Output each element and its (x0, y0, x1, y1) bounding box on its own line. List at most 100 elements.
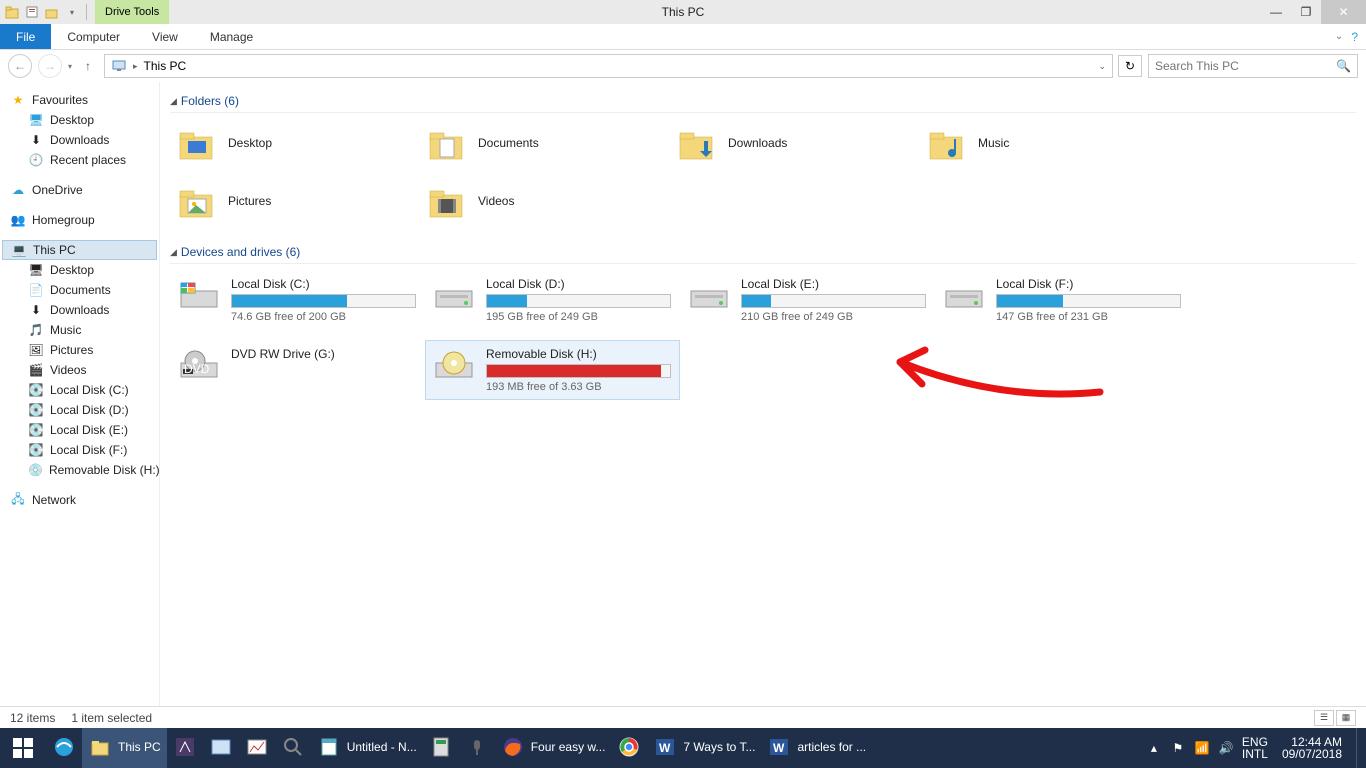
sidebar-onedrive[interactable]: ☁OneDrive (2, 180, 157, 200)
refresh-button[interactable]: ↻ (1118, 55, 1142, 77)
sidebar-homegroup[interactable]: 👥Homegroup (2, 210, 157, 230)
sidebar-item[interactable]: ⬇Downloads (2, 300, 157, 320)
taskbar-item[interactable]: Untitled - N... (311, 728, 423, 768)
sidebar-item-downloads[interactable]: ⬇Downloads (2, 130, 157, 150)
sidebar-label: Network (32, 493, 76, 507)
history-dropdown-icon[interactable]: ▾ (68, 62, 72, 71)
language-indicator[interactable]: ENG INTL (1242, 736, 1268, 760)
taskbar-item[interactable] (239, 728, 275, 768)
taskbar-item[interactable] (459, 728, 495, 768)
dropdown-icon[interactable]: ▾ (64, 4, 80, 20)
drive-item[interactable]: Removable Disk (H:)193 MB free of 3.63 G… (425, 340, 680, 400)
sidebar-item[interactable]: 🖼Pictures (2, 340, 157, 360)
folder-item[interactable]: Downloads (670, 119, 920, 167)
tab-computer[interactable]: Computer (51, 24, 136, 49)
sidebar-thispc[interactable]: 💻This PC (2, 240, 157, 260)
drive-item[interactable]: Local Disk (D:)195 GB free of 249 GB (425, 270, 680, 330)
back-button[interactable]: ← (8, 54, 32, 78)
drive-item[interactable]: Local Disk (E:)210 GB free of 249 GB (680, 270, 935, 330)
taskbar-item[interactable] (203, 728, 239, 768)
address-segment[interactable]: This PC (144, 59, 187, 73)
body: ★ Favourites 🖥Desktop ⬇Downloads 🕘Recent… (0, 82, 1366, 706)
homegroup-icon: 👥 (10, 212, 26, 228)
tab-file[interactable]: File (0, 24, 51, 49)
ribbon-expand-icon[interactable]: ⌄ (1335, 31, 1343, 42)
clock[interactable]: 12:44 AM 09/07/2018 (1276, 736, 1348, 760)
network-tray-icon[interactable]: 📶 (1194, 740, 1210, 756)
drive-item[interactable]: DVDDVD RW Drive (G:) (170, 340, 425, 400)
up-button[interactable]: ↑ (78, 56, 98, 76)
app-icon: W (767, 735, 791, 759)
taskbar-item[interactable] (275, 728, 311, 768)
address-bar[interactable]: ▸ This PC ⌄ (104, 54, 1113, 78)
address-dropdown-icon[interactable]: ⌄ (1098, 61, 1106, 72)
app-icon (88, 735, 112, 759)
sidebar-label: Documents (50, 283, 111, 297)
drive-icon (687, 277, 731, 313)
sidebar-label: Music (50, 323, 81, 337)
folder-label: Downloads (728, 136, 787, 150)
sidebar-item[interactable]: 🖥Desktop (2, 260, 157, 280)
taskbar-item[interactable] (423, 728, 459, 768)
svg-text:W: W (773, 741, 785, 755)
volume-icon[interactable]: 🔊 (1218, 740, 1234, 756)
drive-icon: 📄 (28, 282, 44, 298)
sidebar-item-desktop[interactable]: 🖥Desktop (2, 110, 157, 130)
folder-item[interactable]: Videos (420, 177, 670, 225)
tray-up-icon[interactable]: ▴ (1146, 740, 1162, 756)
help-icon[interactable]: ? (1351, 30, 1358, 44)
drive-item[interactable]: Local Disk (C:)74.6 GB free of 200 GB (170, 270, 425, 330)
drives-section-header[interactable]: ◢ Devices and drives (6) (170, 241, 1356, 264)
sidebar-label: Local Disk (E:) (50, 423, 128, 437)
flag-icon[interactable]: ⚑ (1170, 740, 1186, 756)
svg-text:W: W (659, 741, 671, 755)
folders-grid: DesktopDocuments Downloads Music Pictures Vi… (170, 119, 1356, 225)
sidebar-item[interactable]: 🎬Videos (2, 360, 157, 380)
chevron-right-icon[interactable]: ▸ (133, 61, 138, 72)
forward-button[interactable]: → (38, 54, 62, 78)
drive-item[interactable]: Local Disk (F:)147 GB free of 231 GB (935, 270, 1190, 330)
search-input[interactable] (1155, 59, 1325, 73)
folder-label: Videos (478, 194, 514, 208)
properties-icon[interactable] (24, 4, 40, 20)
folder-item[interactable]: Pictures (170, 177, 420, 225)
icons-view-button[interactable]: ▦ (1336, 710, 1356, 726)
details-view-button[interactable]: ☰ (1314, 710, 1334, 726)
sidebar-item[interactable]: 📄 Documents (2, 280, 157, 300)
taskbar-item[interactable]: Warticles for ... (761, 728, 872, 768)
folder-item[interactable]: Music (920, 119, 1170, 167)
search-icon[interactable]: 🔍 (1336, 59, 1351, 73)
drive-name: Local Disk (D:) (486, 277, 673, 291)
sidebar-item[interactable]: 💽Local Disk (F:) (2, 440, 157, 460)
tab-manage[interactable]: Manage (194, 24, 269, 49)
taskbar-item[interactable] (611, 728, 647, 768)
sidebar-item[interactable]: 💽Local Disk (E:) (2, 420, 157, 440)
app-icon (617, 735, 641, 759)
taskbar-item[interactable]: This PC (82, 728, 167, 768)
sidebar-item[interactable]: 🎵Music (2, 320, 157, 340)
sidebar-network[interactable]: 🖧Network (2, 490, 157, 510)
sidebar-favourites[interactable]: ★ Favourites (2, 90, 157, 110)
search-box[interactable]: 🔍 (1148, 54, 1358, 78)
maximize-button[interactable]: ❐ (1291, 0, 1321, 24)
app-icon (429, 735, 453, 759)
taskbar-item[interactable] (46, 728, 82, 768)
sidebar-item[interactable]: 💽Local Disk (C:) (2, 380, 157, 400)
tab-view[interactable]: View (136, 24, 194, 49)
show-desktop-button[interactable] (1356, 728, 1362, 768)
drive-tools-tab[interactable]: Drive Tools (95, 0, 169, 24)
new-folder-icon[interactable] (44, 4, 60, 20)
minimize-button[interactable]: — (1261, 0, 1291, 24)
folders-section-header[interactable]: ◢ Folders (6) (170, 90, 1356, 113)
folder-item[interactable]: Desktop (170, 119, 420, 167)
close-button[interactable]: ✕ (1321, 0, 1366, 24)
taskbar-item[interactable]: W7 Ways to T... (647, 728, 761, 768)
folder-item[interactable]: Documents (420, 119, 670, 167)
taskbar-item[interactable]: Four easy w... (495, 728, 612, 768)
sidebar-item[interactable]: 💽Local Disk (D:) (2, 400, 157, 420)
start-button[interactable] (0, 728, 46, 768)
sidebar-label: Pictures (50, 343, 93, 357)
sidebar-item[interactable]: 💿Removable Disk (H:) (2, 460, 157, 480)
sidebar-item-recent[interactable]: 🕘Recent places (2, 150, 157, 170)
taskbar-item[interactable] (167, 728, 203, 768)
